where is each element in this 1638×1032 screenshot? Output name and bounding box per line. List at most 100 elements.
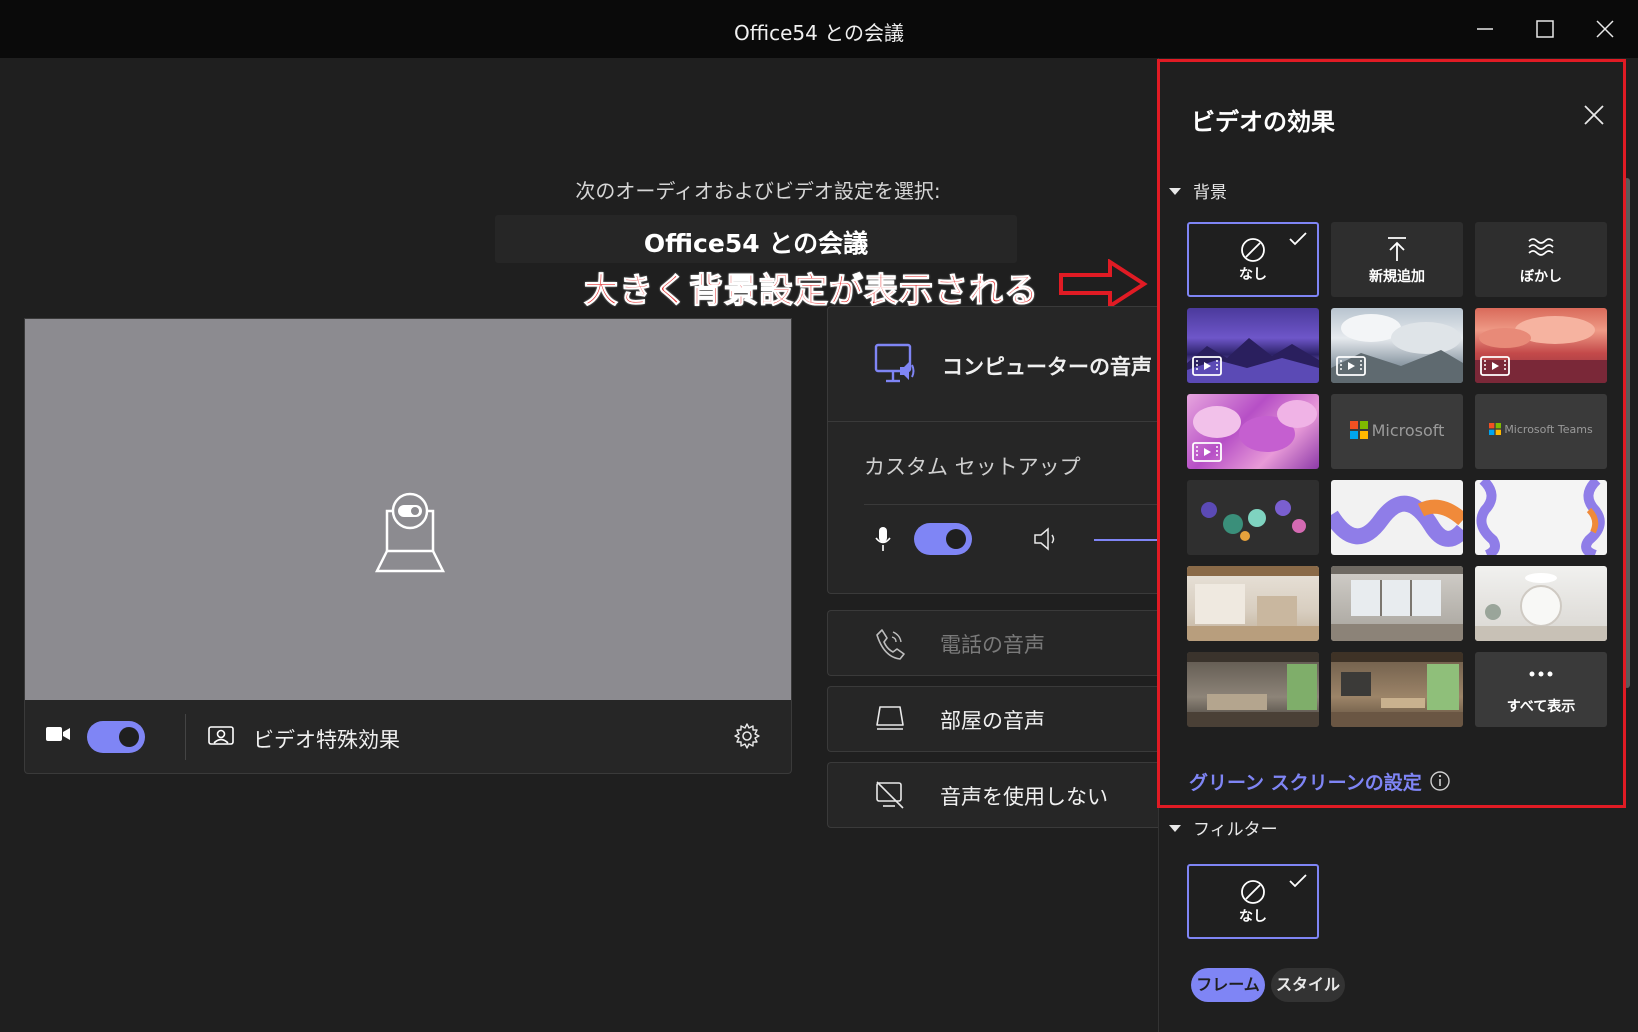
meeting-title: Office54 との会議 (643, 229, 869, 258)
speaker-icon (1034, 527, 1055, 551)
info-icon[interactable] (1429, 770, 1451, 792)
prejoin-area: 次のオーディオおよびビデオ設定を選択: Office54 との会議 大きく背景設… (0, 58, 1159, 1032)
annotation-text: 大きく背景設定が表示される (584, 271, 1039, 312)
green-screen-settings-link[interactable]: グリーン スクリーンの設定 (1189, 768, 1422, 795)
volume-slider[interactable] (1094, 539, 1159, 541)
room-audio-option[interactable]: 部屋の音声 (827, 686, 1158, 752)
filter-tile-none[interactable]: なし (1187, 864, 1319, 939)
filter-section-toggle[interactable]: フィルター (1169, 815, 1278, 840)
microsoft-logo-icon (1349, 421, 1368, 439)
maximize-button[interactable] (1525, 12, 1565, 46)
audio-options-panel: コンピューターの音声 カスタム セットアップ (827, 306, 1159, 594)
bg-tile-pink-smoke[interactable] (1187, 394, 1319, 469)
meeting-title-box: Office54 との会議 (495, 215, 1017, 263)
bg-tile-none[interactable]: なし (1187, 222, 1319, 297)
panel-scrollbar[interactable] (1624, 178, 1630, 688)
show-all-label: すべて表示 (1506, 699, 1576, 715)
no-audio-option[interactable]: 音声を使用しない (827, 762, 1158, 828)
bg-tile-swirl[interactable] (1475, 480, 1607, 555)
panel-title: ビデオの効果 (1191, 108, 1335, 136)
video-effects-panel: ビデオの効果 背景 なし 新規追加 ぼかし Microsoft Microsof… (1158, 58, 1638, 1032)
filter-section-label: フィルター (1193, 820, 1278, 840)
check-icon (1289, 874, 1307, 888)
filter-pill-frame[interactable]: フレーム (1191, 968, 1265, 1002)
ribbon-image (1331, 495, 1463, 547)
filter-pill-style[interactable]: スタイル (1271, 968, 1345, 1002)
bg-tile-add-new[interactable]: 新規追加 (1331, 222, 1463, 297)
room-image (1187, 652, 1319, 727)
annotation-arrow-icon (1059, 259, 1148, 309)
custom-setup-label[interactable]: カスタム セットアップ (864, 451, 1081, 481)
more-dots-icon (1529, 671, 1553, 677)
teams-brand: Microsoft Teams (1475, 423, 1607, 436)
window-title: Office54 との会議 (734, 21, 904, 45)
filter-none-label: なし (1239, 909, 1267, 925)
bg-tile-microsoft-teams[interactable]: Microsoft Teams (1475, 394, 1607, 469)
title-bar: Office54 との会議 (0, 0, 1638, 58)
bg-tile-room-4[interactable] (1187, 652, 1319, 727)
room-image (1187, 566, 1319, 641)
computer-audio-option[interactable]: コンピューターの音声 (942, 351, 1152, 381)
microsoft-brand-text: Microsoft (1371, 421, 1445, 440)
close-panel-icon[interactable] (1579, 100, 1609, 130)
background-section-toggle[interactable]: 背景 (1169, 178, 1227, 203)
divider (185, 714, 186, 760)
bg-tile-room-2[interactable] (1331, 566, 1463, 641)
room-image (1475, 573, 1607, 641)
swirl-image (1476, 480, 1605, 555)
caret-down-icon (1169, 824, 1181, 832)
video-preview (24, 318, 792, 758)
bg-tile-purple-mountains[interactable] (1187, 308, 1319, 383)
phone-audio-label: 電話の音声 (940, 633, 1045, 657)
room-audio-label: 部屋の音声 (940, 709, 1045, 733)
bg-tile-room-3[interactable] (1475, 566, 1607, 641)
close-window-button[interactable] (1585, 12, 1625, 46)
phone-audio-option[interactable]: 電話の音声 (827, 610, 1158, 676)
computer-audio-icon (874, 343, 915, 383)
microsoft-brand: Microsoft (1331, 421, 1463, 440)
none-icon (1241, 880, 1265, 904)
bg-tile-blur[interactable]: ぼかし (1475, 222, 1607, 297)
bg-tile-ribbon[interactable] (1331, 480, 1463, 555)
room-image (1331, 566, 1463, 641)
minimize-button[interactable] (1465, 12, 1505, 46)
video-effects-button[interactable]: ビデオ特殊効果 (253, 724, 400, 754)
bg-tile-show-all[interactable]: すべて表示 (1475, 652, 1607, 727)
camera-icon (46, 727, 70, 741)
camera-off-icon (374, 492, 446, 573)
none-icon (1241, 238, 1265, 262)
settings-gear-icon[interactable] (733, 722, 761, 750)
mic-toggle[interactable] (914, 523, 972, 555)
microphone-icon (875, 527, 891, 551)
teams-brand-text: Microsoft Teams (1504, 423, 1593, 436)
video-badge-icon (1192, 356, 1222, 376)
bg-tile-bubbles[interactable] (1187, 480, 1319, 555)
divider (828, 421, 1159, 422)
bg-tile-red-sunset[interactable] (1475, 308, 1607, 383)
background-section-label: 背景 (1193, 183, 1227, 203)
video-badge-icon (1192, 442, 1222, 462)
blur-icon (1528, 238, 1554, 256)
bg-none-label: なし (1239, 267, 1267, 283)
bg-tile-snowy-clouds[interactable] (1331, 308, 1463, 383)
video-effects-icon (208, 726, 234, 745)
no-audio-label: 音声を使用しない (940, 785, 1108, 809)
video-controls-bar: ビデオ特殊効果 (24, 700, 792, 774)
video-badge-icon (1480, 356, 1510, 376)
bg-blur-label: ぼかし (1520, 269, 1562, 285)
divider (864, 504, 1159, 505)
upload-icon (1388, 237, 1406, 261)
bg-add-new-label: 新規追加 (1369, 269, 1425, 285)
bg-tile-room-5[interactable] (1331, 652, 1463, 727)
phone-icon (876, 629, 905, 660)
bubbles-image (1201, 500, 1306, 541)
bg-tile-microsoft[interactable]: Microsoft (1331, 394, 1463, 469)
video-badge-icon (1336, 356, 1366, 376)
microsoft-logo-icon (1489, 423, 1502, 435)
bg-tile-room-1[interactable] (1187, 566, 1319, 641)
camera-toggle[interactable] (87, 721, 145, 753)
check-icon (1289, 232, 1307, 246)
room-device-icon (876, 706, 904, 730)
no-audio-icon (876, 781, 904, 809)
room-image (1331, 652, 1463, 727)
